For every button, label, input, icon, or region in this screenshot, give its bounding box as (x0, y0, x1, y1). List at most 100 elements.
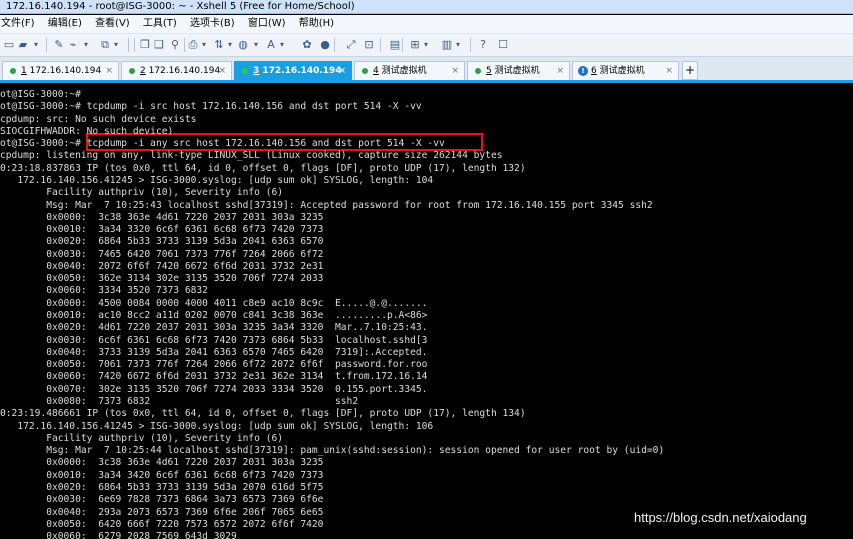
toolbar-separator (334, 38, 335, 52)
menu-file[interactable]: 文件(F) (0, 15, 40, 33)
close-tab-icon[interactable]: × (105, 62, 113, 80)
terminal-output[interactable]: ot@ISG-3000:~# ot@ISG-3000:~# tcpdump -i … (0, 83, 853, 539)
toolbar-separator (402, 38, 403, 52)
tab-6[interactable]: ! 6 测试虚拟机 × (572, 61, 679, 80)
dropdown-icon[interactable]: ▾ (226, 38, 234, 52)
toolbar-separator (380, 38, 381, 52)
terminal-line: 0x0010: 3a34 3420 6c6f 6361 6c68 6f73 74… (0, 469, 324, 481)
disconnect-icon[interactable]: ⌁ (66, 38, 80, 52)
chat-icon[interactable]: ☐ (496, 38, 510, 52)
close-tab-icon[interactable]: × (218, 62, 226, 80)
terminal-line: 0x0000: 3c38 363e 4d61 7220 2037 2031 30… (0, 211, 324, 223)
terminal-line: 0x0060: 3334 3520 7373 6832 (0, 285, 208, 297)
transfer-icon[interactable]: ⇅ (212, 38, 226, 52)
menu-tab[interactable]: 选项卡(B) (185, 15, 240, 33)
keyboard-icon[interactable]: ▤ (388, 38, 402, 52)
dropdown-icon[interactable]: ▾ (454, 38, 462, 52)
find-icon[interactable]: ⚲ (168, 38, 182, 52)
menu-edit[interactable]: 编辑(E) (43, 15, 87, 33)
terminal-line: 0x0070: 302e 3135 3520 706f 7274 2033 33… (0, 383, 428, 395)
terminal-line: SIOCGIFHWADDR: No such device) (0, 125, 174, 137)
terminal-line: 172.16.140.156.41245 > ISG-3000.syslog: … (0, 420, 434, 432)
toolbar-separator (134, 38, 135, 52)
menu-help[interactable]: 帮助(H) (294, 15, 339, 33)
new-tab-icon[interactable]: ⧉ (98, 38, 112, 52)
dropdown-icon[interactable]: ▾ (278, 38, 286, 52)
toolbar-separator (470, 38, 471, 52)
terminal-line: ot@ISG-3000:~# tcpdump -i any src host 1… (0, 138, 445, 150)
tab-2[interactable]: 2 172.16.140.194 × (121, 61, 232, 80)
menu-view[interactable]: 查看(V) (90, 15, 135, 33)
menu-window[interactable]: 窗口(W) (243, 15, 291, 33)
add-tab-button[interactable]: + (682, 61, 698, 80)
close-tab-icon[interactable]: × (665, 62, 673, 80)
watermark: https://blog.csdn.net/xaiodang (634, 510, 807, 525)
toolbar-separator (184, 38, 185, 52)
terminal-line: 0x0080: 7373 6832 ssh2 (0, 396, 359, 407)
tab-label: 2 172.16.140.194 (140, 66, 221, 76)
close-tab-icon[interactable]: × (338, 62, 346, 80)
menu-tools[interactable]: 工具(T) (138, 15, 182, 33)
new-session-icon[interactable]: ▭ (2, 38, 16, 52)
window-title: 172.16.140.194 - root@ISG-3000: ~ - Xshe… (0, 0, 853, 14)
terminal-line: ot@ISG-3000:~# tcpdump -i src host 172.1… (0, 101, 422, 113)
dropdown-icon[interactable]: ▾ (252, 38, 260, 52)
toolbar-separator (46, 38, 47, 52)
dropdown-icon[interactable]: ▾ (82, 38, 90, 52)
record-icon[interactable]: ● (318, 38, 332, 52)
terminal-line: 172.16.140.156.41245 > ISG-3000.syslog: … (0, 174, 434, 186)
terminal-line: 0x0020: 6864 5b33 3733 3139 5d3a 2041 63… (0, 236, 324, 248)
script-icon[interactable]: ✿ (300, 38, 314, 52)
toolbar-separator (128, 38, 129, 52)
layout-icon[interactable]: ▥ (440, 38, 454, 52)
tab-label: 4 测试虚拟机 (373, 66, 427, 76)
toolbar: ▭ ▰ ▾ ✎ ⌁ ▾ ⧉ ▾ ❐ ❏ ⚲ ⎙ ▾ ⇅ ▾ ◍ ▾ A ▾ ✿ ● ⤢ ⊡ ▤ ⊞ ▾ ▥ ▾? ☐ (0, 33, 853, 57)
open-folder-icon[interactable]: ▰ (16, 38, 30, 52)
terminal-line: 0x0030: 6e69 7828 7373 6864 3a73 6573 73… (0, 494, 324, 506)
font-icon[interactable]: A (264, 38, 278, 52)
tab-label: 1 172.16.140.194 (21, 66, 102, 76)
tab-label: 5 测试虚拟机 (486, 66, 540, 76)
dropdown-icon[interactable]: ▾ (422, 38, 430, 52)
dropdown-icon[interactable]: ▾ (112, 38, 120, 52)
terminal-line: 0x0060: 6279 2028 7569 643d 3029 (0, 531, 237, 539)
terminal-line: 0x0050: 362e 3134 302e 3135 3520 706f 72… (0, 273, 324, 285)
help-icon[interactable]: ? (476, 38, 490, 52)
close-tab-icon[interactable]: × (556, 62, 564, 80)
terminal-line: 0:23:19.486661 IP (tos 0x0, ttl 64, id 0… (0, 408, 526, 420)
copy-icon[interactable]: ❐ (138, 38, 152, 52)
close-tab-icon[interactable]: × (451, 62, 459, 80)
connection-status-icon (10, 68, 16, 74)
terminal-line: Facility authpriv (10), Severity info (6… (0, 187, 284, 199)
lock-icon[interactable]: ⊡ (362, 38, 376, 52)
tab-5[interactable]: 5 测试虚拟机 × (467, 61, 570, 80)
info-icon: ! (578, 66, 588, 76)
terminal-line: 0x0040: 293a 2073 6573 7369 6f6e 206f 70… (0, 506, 324, 518)
terminal-line: 0x0010: 3a34 3320 6c6f 6361 6c68 6f73 74… (0, 224, 324, 236)
tab-1[interactable]: 1 172.16.140.194 × (2, 61, 119, 80)
terminal-line: 0x0020: 4d61 7220 2037 2031 303a 3235 3a… (0, 322, 428, 334)
terminal-line: 0x0000: 3c38 363e 4d61 7220 2037 2031 30… (0, 457, 324, 469)
globe-icon[interactable]: ◍ (236, 38, 250, 52)
tab-label: 3 172.16.140.194 (253, 66, 342, 76)
terminal-line: 0x0010: ac10 8cc2 a11d 0202 0070 c841 3c… (0, 310, 428, 322)
paste-icon[interactable]: ❏ (152, 38, 166, 52)
dropdown-icon[interactable]: ▾ (32, 38, 40, 52)
terminal-line: cpdump: src: No such device exists (0, 113, 197, 125)
tab-4[interactable]: 4 测试虚拟机 × (354, 61, 465, 80)
terminal-line: 0x0030: 6c6f 6361 6c68 6f73 7420 7373 68… (0, 334, 428, 346)
terminal-line: 0x0060: 7420 6672 6f6d 2031 3732 2e31 36… (0, 371, 428, 383)
properties-icon[interactable]: ✎ (52, 38, 66, 52)
print-icon[interactable]: ⎙ (186, 38, 200, 52)
tab-3[interactable]: 3 172.16.140.194 × (234, 61, 352, 80)
terminal-line: cpdump: listening on any, link-type LINU… (0, 150, 503, 162)
connection-status-icon (362, 68, 368, 74)
terminal-line: ot@ISG-3000:~# (0, 89, 81, 100)
menu-bar: 文件(F) 编辑(E) 查看(V) 工具(T) 选项卡(B) 窗口(W) 帮助(… (0, 15, 853, 33)
dropdown-icon[interactable]: ▾ (200, 38, 208, 52)
tab-label: 6 测试虚拟机 (591, 66, 645, 76)
compose-icon[interactable]: ⊞ (408, 38, 422, 52)
terminal-line: 0x0040: 3733 3139 5d3a 2041 6363 6570 74… (0, 346, 428, 358)
tab-bar: 1 172.16.140.194 × 2 172.16.140.194 × 3 172.… (0, 57, 853, 83)
fullscreen-icon[interactable]: ⤢ (344, 38, 358, 52)
